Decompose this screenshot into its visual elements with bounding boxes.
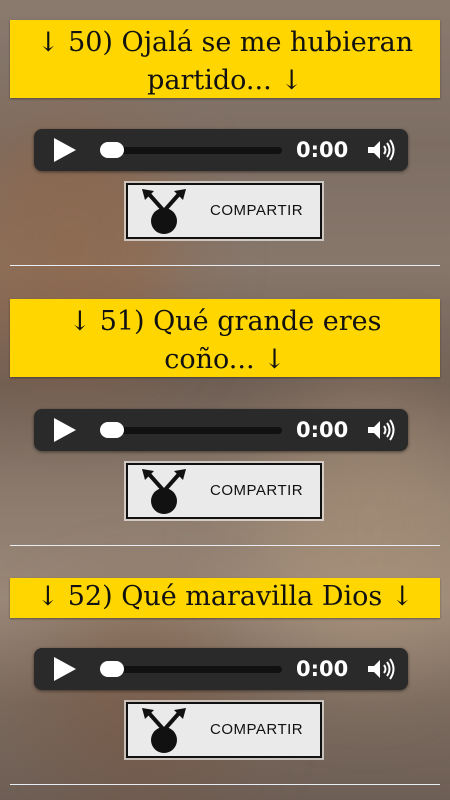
time-display: 0:00 — [296, 138, 349, 162]
volume-icon[interactable] — [366, 139, 396, 161]
play-icon[interactable] — [54, 657, 76, 681]
time-display: 0:00 — [296, 657, 349, 681]
share-icon — [142, 708, 186, 753]
share-button[interactable]: COMPARTIR — [126, 183, 322, 239]
volume-icon[interactable] — [366, 419, 396, 441]
share-label: COMPARTIR — [210, 721, 304, 738]
audio-player[interactable]: 0:00 — [34, 409, 408, 451]
share-label: COMPARTIR — [210, 202, 304, 219]
play-icon[interactable] — [54, 418, 76, 442]
divider — [10, 784, 440, 785]
share-button[interactable]: COMPARTIR — [126, 463, 322, 519]
audio-player[interactable]: 0:00 — [34, 648, 408, 690]
entry-title: ↓ 52) Qué maravilla Dios ↓ — [10, 578, 440, 618]
volume-icon[interactable] — [366, 658, 396, 680]
time-display: 0:00 — [296, 418, 349, 442]
entry-title: ↓ 51) Qué grande eres coño... ↓ — [10, 299, 440, 377]
share-icon — [142, 189, 186, 234]
divider — [10, 545, 440, 546]
audio-player[interactable]: 0:00 — [34, 129, 408, 171]
play-icon[interactable] — [54, 138, 76, 162]
seek-track[interactable] — [100, 147, 282, 154]
divider — [10, 265, 440, 266]
share-button[interactable]: COMPARTIR — [126, 702, 322, 758]
seek-track[interactable] — [100, 666, 282, 673]
seek-knob[interactable] — [100, 142, 124, 158]
seek-track[interactable] — [100, 427, 282, 434]
entry-title: ↓ 50) Ojalá se me hubieran partido... ↓ — [10, 20, 440, 98]
seek-knob[interactable] — [100, 422, 124, 438]
share-label: COMPARTIR — [210, 482, 304, 499]
seek-knob[interactable] — [100, 661, 124, 677]
share-icon — [142, 469, 186, 514]
